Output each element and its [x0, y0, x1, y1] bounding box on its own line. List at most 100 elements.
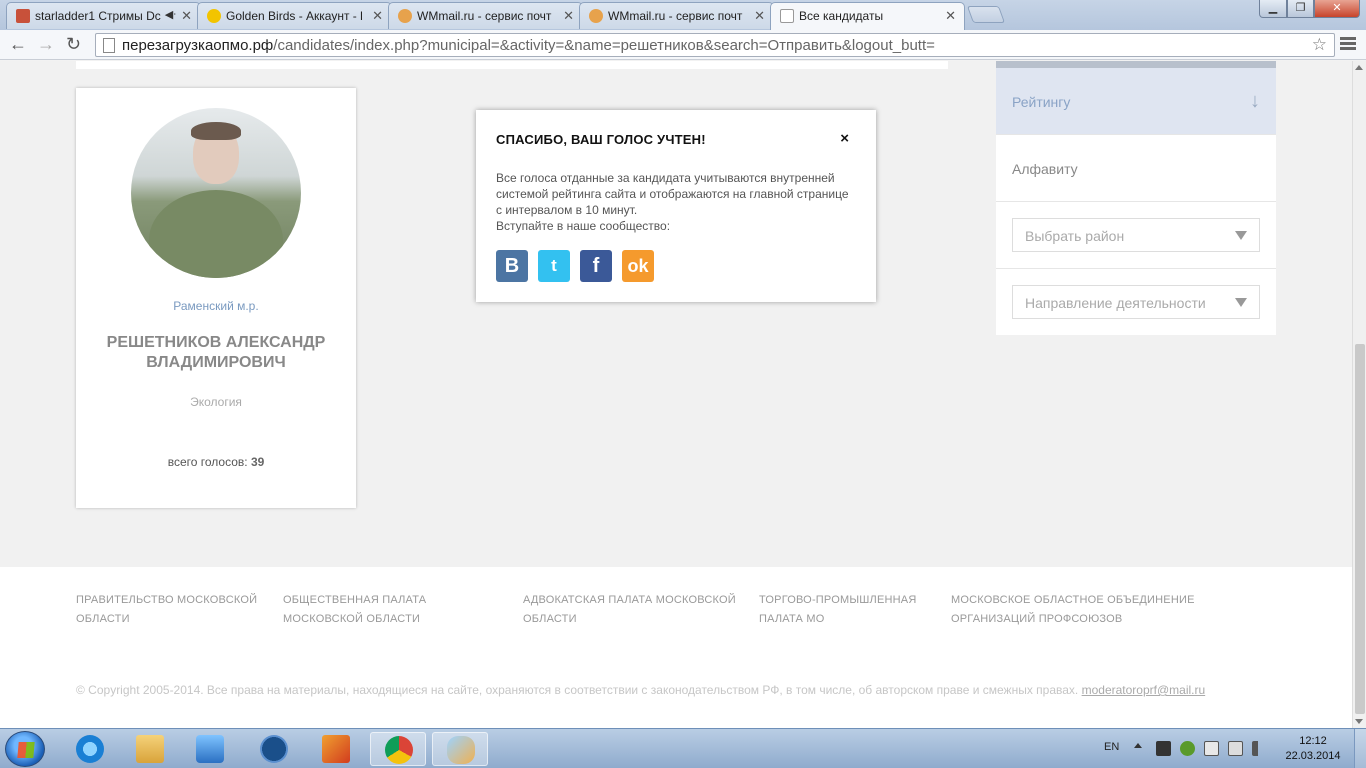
footer-link[interactable]: МОСКОВСКОЕ ОБЛАСТНОЕ ОБЪЕДИНЕНИЕ ОРГАНИЗ… [951, 591, 1271, 629]
sort-by-alphabet[interactable]: Алфавиту [996, 135, 1276, 202]
taskbar-clock[interactable]: 12:12 22.03.2014 [1280, 734, 1346, 764]
tab-favicon-icon [398, 9, 412, 23]
candidate-municipal[interactable]: Раменский м.р. [76, 299, 356, 313]
page-icon [103, 38, 115, 53]
taskbar-media-player-icon[interactable] [182, 732, 238, 766]
back-arrow-icon[interactable]: ← [9, 34, 27, 54]
browser-toolbar: ← → ↻ перезагрузкаопмо.рф/candidates/ind… [0, 30, 1366, 60]
show-hidden-icons[interactable] [1134, 743, 1142, 748]
url-path: /candidates/index.php?municipal=&activit… [273, 37, 935, 54]
odnoklassniki-icon[interactable]: ok [622, 250, 654, 282]
tab-close-icon[interactable]: ✕ [181, 8, 192, 24]
bookmark-star-icon[interactable]: ☆ [1312, 35, 1327, 55]
tab-favicon-icon [589, 9, 603, 23]
page-footer: ПРАВИТЕЛЬСТВО МОСКОВСКОЙ ОБЛАСТИ ОБЩЕСТВ… [0, 567, 1352, 728]
taskbar-hp-icon[interactable] [246, 732, 302, 766]
taskbar-ie-icon[interactable] [62, 732, 118, 766]
show-desktop-button[interactable] [1354, 729, 1366, 768]
new-tab-button[interactable] [966, 6, 1006, 23]
tab-close-icon[interactable]: ✕ [372, 8, 383, 24]
copyright-text: © Copyright 2005-2014. Все права на мате… [76, 683, 1079, 697]
sort-alpha-label: Алфавиту [1012, 161, 1078, 177]
address-bar[interactable]: перезагрузкаопмо.рф/candidates/index.php… [95, 33, 1335, 57]
tray-app-icon[interactable] [1180, 741, 1195, 756]
taskbar-app-icon[interactable] [308, 732, 364, 766]
tab-close-icon[interactable]: ✕ [945, 8, 956, 24]
footer-link[interactable]: ОБЩЕСТВЕННАЯ ПАЛАТА МОСКОВСКОЙ ОБЛАСТИ [283, 591, 508, 629]
candidate-votes: всего голосов: 39 [76, 455, 356, 469]
steam-icon[interactable] [1156, 741, 1171, 756]
windows-taskbar: EN 12:12 22.03.2014 [0, 728, 1366, 768]
modal-body: Все голоса отданные за кандидата учитыва… [496, 171, 849, 217]
scroll-up-icon[interactable] [1355, 65, 1363, 70]
votes-label: всего голосов: [167, 455, 248, 469]
sort-by-rating[interactable]: Рейтингу ↓ [996, 68, 1276, 135]
menu-icon[interactable] [1340, 37, 1356, 52]
tab-favicon-icon [16, 9, 30, 23]
vkontakte-icon[interactable]: B [496, 250, 528, 282]
browser-tab-active[interactable]: Все кандидаты ✕ [770, 2, 965, 30]
modal-title: СПАСИБО, ВАШ ГОЛОС УЧТЕН! [496, 132, 706, 147]
browser-tab[interactable]: Golden Birds - Аккаунт - l ✕ [197, 2, 392, 29]
tab-title: WMmail.ru - сервис почт [608, 9, 743, 23]
minimize-button[interactable]: ▁ [1259, 0, 1287, 18]
taskbar-explorer-icon[interactable] [122, 732, 178, 766]
direction-filter-row: Направление деятельности [996, 269, 1276, 336]
scrollbar-thumb[interactable] [1355, 344, 1365, 714]
page-scrollbar[interactable] [1352, 61, 1366, 728]
taskbar-paint-icon[interactable] [432, 732, 488, 766]
maximize-button[interactable]: ❐ [1287, 0, 1314, 18]
close-window-button[interactable]: ✕ [1314, 0, 1360, 18]
facebook-icon[interactable]: f [580, 250, 612, 282]
close-icon[interactable]: × [840, 130, 849, 147]
clock-time: 12:12 [1299, 735, 1327, 747]
forward-arrow-icon[interactable]: → [37, 34, 55, 54]
taskbar-chrome-icon[interactable] [370, 732, 426, 766]
volume-icon[interactable] [1252, 741, 1267, 756]
footer-link[interactable]: АДВОКАТСКАЯ ПАЛАТА МОСКОВСКОЙ ОБЛАСТИ [523, 591, 743, 629]
tab-title: Все кандидаты [799, 9, 884, 23]
browser-tab[interactable]: WMmail.ru - сервис почт ✕ [579, 2, 774, 29]
tab-title: starladder1 Стримы Dc [35, 9, 161, 23]
twitter-icon[interactable]: t [538, 250, 570, 282]
reload-icon[interactable]: ↻ [66, 34, 81, 54]
sort-rating-label: Рейтингу [1012, 94, 1071, 110]
vote-confirmation-modal: СПАСИБО, ВАШ ГОЛОС УЧТЕН! × Все голоса о… [476, 110, 876, 302]
sidebar-top-bar [996, 61, 1276, 68]
district-filter-row: Выбрать район [996, 202, 1276, 269]
copyright: © Copyright 2005-2014. Все права на мате… [76, 683, 1205, 697]
footer-link[interactable]: ПРАВИТЕЛЬСТВО МОСКОВСКОЙ ОБЛАСТИ [76, 591, 261, 629]
tab-favicon-icon [780, 9, 794, 23]
browser-tab[interactable]: starladder1 Стримы Dc ◀ᐧ ✕ [6, 2, 201, 29]
arrow-down-icon: ↓ [1250, 90, 1260, 112]
candidate-card[interactable]: Раменский м.р. РЕШЕТНИКОВ АЛЕКСАНДР ВЛАД… [76, 88, 356, 508]
filter-sidebar: Рейтингу ↓ Алфавиту Выбрать район Направ… [996, 61, 1276, 335]
district-placeholder: Выбрать район [1025, 228, 1125, 244]
chevron-down-icon [1235, 231, 1247, 240]
page-content: Раменский м.р. РЕШЕТНИКОВ АЛЕКСАНДР ВЛАД… [0, 61, 1352, 728]
modal-text: Все голоса отданные за кандидата учитыва… [496, 170, 856, 234]
district-select[interactable]: Выбрать район [1012, 218, 1260, 252]
audio-icon: ◀ᐧ [164, 9, 176, 21]
tab-favicon-icon [207, 9, 221, 23]
browser-tab[interactable]: WMmail.ru - сервис почт ✕ [388, 2, 583, 29]
candidate-avatar [131, 108, 301, 278]
network-icon[interactable] [1228, 741, 1243, 756]
candidate-activity: Экология [190, 395, 242, 409]
footer-link[interactable]: ТОРГОВО-ПРОМЫШЛЕННАЯ ПАЛАТА МО [759, 591, 919, 629]
direction-select[interactable]: Направление деятельности [1012, 285, 1260, 319]
moderator-email-link[interactable]: moderatoroprf@mail.ru [1082, 683, 1206, 697]
tab-title: WMmail.ru - сервис почт [417, 9, 552, 23]
clock-date: 22.03.2014 [1285, 750, 1341, 762]
chevron-down-icon [1235, 298, 1247, 307]
tab-title: Golden Birds - Аккаунт - l [226, 9, 363, 23]
scroll-down-icon[interactable] [1355, 719, 1363, 724]
direction-placeholder: Направление деятельности [1025, 295, 1206, 311]
url-host: перезагрузкаопмо.рф [122, 37, 274, 54]
language-indicator[interactable]: EN [1104, 741, 1119, 753]
tray-device-icon[interactable] [1204, 741, 1219, 756]
start-button[interactable] [5, 731, 45, 767]
tab-close-icon[interactable]: ✕ [563, 8, 574, 24]
tab-close-icon[interactable]: ✕ [754, 8, 765, 24]
votes-count: 39 [250, 455, 265, 469]
